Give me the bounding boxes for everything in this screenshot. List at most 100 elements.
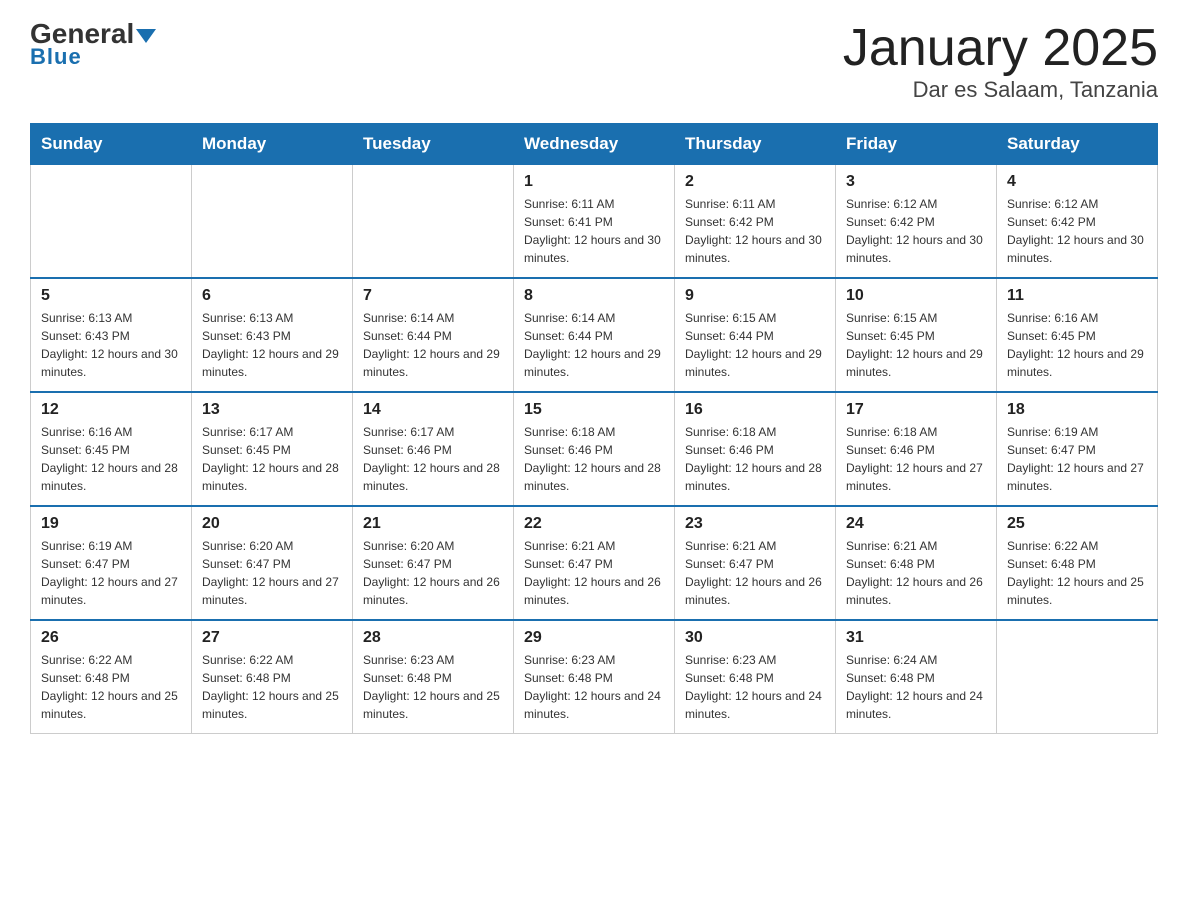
day-info: Sunrise: 6:18 AMSunset: 6:46 PMDaylight:…	[685, 423, 825, 495]
day-info: Sunrise: 6:18 AMSunset: 6:46 PMDaylight:…	[846, 423, 986, 495]
day-number: 5	[41, 287, 181, 305]
calendar-cell: 9 Sunrise: 6:15 AMSunset: 6:44 PMDaylight…	[675, 278, 836, 392]
day-number: 12	[41, 401, 181, 419]
calendar-cell: 11 Sunrise: 6:16 AMSunset: 6:45 PMDayligh…	[997, 278, 1158, 392]
day-info: Sunrise: 6:16 AMSunset: 6:45 PMDaylight:…	[1007, 309, 1147, 381]
calendar-cell	[192, 165, 353, 279]
day-number: 28	[363, 629, 503, 647]
calendar-cell: 4Sunrise: 6:12 AMSunset: 6:42 PMDaylight…	[997, 165, 1158, 279]
calendar-cell: 16 Sunrise: 6:18 AMSunset: 6:46 PMDayligh…	[675, 392, 836, 506]
day-number: 27	[202, 629, 342, 647]
day-number: 7	[363, 287, 503, 305]
calendar-cell: 7 Sunrise: 6:14 AMSunset: 6:44 PMDaylight…	[353, 278, 514, 392]
location-subtitle: Dar es Salaam, Tanzania	[843, 77, 1158, 103]
day-number: 25	[1007, 515, 1147, 533]
calendar-cell: 10 Sunrise: 6:15 AMSunset: 6:45 PMDayligh…	[836, 278, 997, 392]
calendar-cell: 18Sunrise: 6:19 AMSunset: 6:47 PMDayligh…	[997, 392, 1158, 506]
logo: General Blue	[30, 20, 156, 70]
day-info: Sunrise: 6:15 AMSunset: 6:44 PMDaylight:…	[685, 309, 825, 381]
day-info: Sunrise: 6:23 AMSunset: 6:48 PMDaylight:…	[524, 651, 664, 723]
calendar-week-row: 5 Sunrise: 6:13 AMSunset: 6:43 PMDaylight…	[31, 278, 1158, 392]
calendar-cell: 14 Sunrise: 6:17 AMSunset: 6:46 PMDayligh…	[353, 392, 514, 506]
calendar-cell: 3Sunrise: 6:12 AMSunset: 6:42 PMDaylight…	[836, 165, 997, 279]
day-number: 13	[202, 401, 342, 419]
calendar-cell: 20Sunrise: 6:20 AMSunset: 6:47 PMDayligh…	[192, 506, 353, 620]
page-header: General Blue January 2025 Dar es Salaam,…	[30, 20, 1158, 103]
day-number: 24	[846, 515, 986, 533]
day-info: Sunrise: 6:11 AMSunset: 6:41 PMDaylight:…	[524, 195, 664, 267]
weekday-header-friday: Friday	[836, 124, 997, 165]
calendar-cell: 28Sunrise: 6:23 AMSunset: 6:48 PMDayligh…	[353, 620, 514, 734]
day-info: Sunrise: 6:21 AMSunset: 6:47 PMDaylight:…	[524, 537, 664, 609]
weekday-header-row: SundayMondayTuesdayWednesdayThursdayFrid…	[31, 124, 1158, 165]
calendar-week-row: 26 Sunrise: 6:22 AMSunset: 6:48 PMDayligh…	[31, 620, 1158, 734]
day-number: 1	[524, 173, 664, 191]
calendar-cell: 29 Sunrise: 6:23 AMSunset: 6:48 PMDayligh…	[514, 620, 675, 734]
day-number: 21	[363, 515, 503, 533]
day-info: Sunrise: 6:22 AMSunset: 6:48 PMDaylight:…	[41, 651, 181, 723]
day-info: Sunrise: 6:22 AMSunset: 6:48 PMDaylight:…	[202, 651, 342, 723]
day-info: Sunrise: 6:14 AMSunset: 6:44 PMDaylight:…	[524, 309, 664, 381]
day-number: 14	[363, 401, 503, 419]
calendar-cell: 22 Sunrise: 6:21 AMSunset: 6:47 PMDayligh…	[514, 506, 675, 620]
day-number: 29	[524, 629, 664, 647]
day-info: Sunrise: 6:17 AMSunset: 6:46 PMDaylight:…	[363, 423, 503, 495]
weekday-header-sunday: Sunday	[31, 124, 192, 165]
day-info: Sunrise: 6:20 AMSunset: 6:47 PMDaylight:…	[363, 537, 503, 609]
day-number: 11	[1007, 287, 1147, 305]
weekday-header-wednesday: Wednesday	[514, 124, 675, 165]
day-info: Sunrise: 6:16 AMSunset: 6:45 PMDaylight:…	[41, 423, 181, 495]
logo-triangle-icon	[136, 29, 156, 43]
calendar-cell: 1 Sunrise: 6:11 AMSunset: 6:41 PMDaylight…	[514, 165, 675, 279]
day-info: Sunrise: 6:12 AMSunset: 6:42 PMDaylight:…	[846, 195, 986, 267]
day-number: 26	[41, 629, 181, 647]
calendar-cell: 6 Sunrise: 6:13 AMSunset: 6:43 PMDaylight…	[192, 278, 353, 392]
day-number: 23	[685, 515, 825, 533]
day-info: Sunrise: 6:21 AMSunset: 6:48 PMDaylight:…	[846, 537, 986, 609]
day-number: 16	[685, 401, 825, 419]
day-info: Sunrise: 6:18 AMSunset: 6:46 PMDaylight:…	[524, 423, 664, 495]
calendar-cell: 19 Sunrise: 6:19 AMSunset: 6:47 PMDayligh…	[31, 506, 192, 620]
calendar-cell: 13 Sunrise: 6:17 AMSunset: 6:45 PMDayligh…	[192, 392, 353, 506]
day-number: 6	[202, 287, 342, 305]
title-block: January 2025 Dar es Salaam, Tanzania	[843, 20, 1158, 103]
day-number: 10	[846, 287, 986, 305]
day-number: 30	[685, 629, 825, 647]
month-title: January 2025	[843, 20, 1158, 77]
calendar-cell: 30 Sunrise: 6:23 AMSunset: 6:48 PMDayligh…	[675, 620, 836, 734]
day-info: Sunrise: 6:11 AMSunset: 6:42 PMDaylight:…	[685, 195, 825, 267]
day-info: Sunrise: 6:24 AMSunset: 6:48 PMDaylight:…	[846, 651, 986, 723]
calendar-table: SundayMondayTuesdayWednesdayThursdayFrid…	[30, 123, 1158, 734]
calendar-cell: 27 Sunrise: 6:22 AMSunset: 6:48 PMDayligh…	[192, 620, 353, 734]
day-info: Sunrise: 6:22 AMSunset: 6:48 PMDaylight:…	[1007, 537, 1147, 609]
calendar-cell	[353, 165, 514, 279]
weekday-header-tuesday: Tuesday	[353, 124, 514, 165]
calendar-week-row: 19 Sunrise: 6:19 AMSunset: 6:47 PMDayligh…	[31, 506, 1158, 620]
day-number: 17	[846, 401, 986, 419]
calendar-cell: 26 Sunrise: 6:22 AMSunset: 6:48 PMDayligh…	[31, 620, 192, 734]
calendar-cell	[31, 165, 192, 279]
day-info: Sunrise: 6:23 AMSunset: 6:48 PMDaylight:…	[685, 651, 825, 723]
day-info: Sunrise: 6:13 AMSunset: 6:43 PMDaylight:…	[202, 309, 342, 381]
calendar-cell	[997, 620, 1158, 734]
day-info: Sunrise: 6:19 AMSunset: 6:47 PMDaylight:…	[41, 537, 181, 609]
day-info: Sunrise: 6:17 AMSunset: 6:45 PMDaylight:…	[202, 423, 342, 495]
day-number: 2	[685, 173, 825, 191]
calendar-cell: 25 Sunrise: 6:22 AMSunset: 6:48 PMDayligh…	[997, 506, 1158, 620]
calendar-cell: 24 Sunrise: 6:21 AMSunset: 6:48 PMDayligh…	[836, 506, 997, 620]
day-number: 9	[685, 287, 825, 305]
day-number: 20	[202, 515, 342, 533]
calendar-cell: 5Sunrise: 6:13 AMSunset: 6:43 PMDaylight…	[31, 278, 192, 392]
day-info: Sunrise: 6:21 AMSunset: 6:47 PMDaylight:…	[685, 537, 825, 609]
calendar-cell: 23 Sunrise: 6:21 AMSunset: 6:47 PMDayligh…	[675, 506, 836, 620]
day-info: Sunrise: 6:15 AMSunset: 6:45 PMDaylight:…	[846, 309, 986, 381]
day-number: 22	[524, 515, 664, 533]
calendar-week-row: 12 Sunrise: 6:16 AMSunset: 6:45 PMDayligh…	[31, 392, 1158, 506]
day-number: 19	[41, 515, 181, 533]
calendar-cell: 12 Sunrise: 6:16 AMSunset: 6:45 PMDayligh…	[31, 392, 192, 506]
calendar-cell: 8Sunrise: 6:14 AMSunset: 6:44 PMDaylight…	[514, 278, 675, 392]
day-number: 15	[524, 401, 664, 419]
day-info: Sunrise: 6:14 AMSunset: 6:44 PMDaylight:…	[363, 309, 503, 381]
calendar-cell: 2 Sunrise: 6:11 AMSunset: 6:42 PMDaylight…	[675, 165, 836, 279]
day-number: 18	[1007, 401, 1147, 419]
